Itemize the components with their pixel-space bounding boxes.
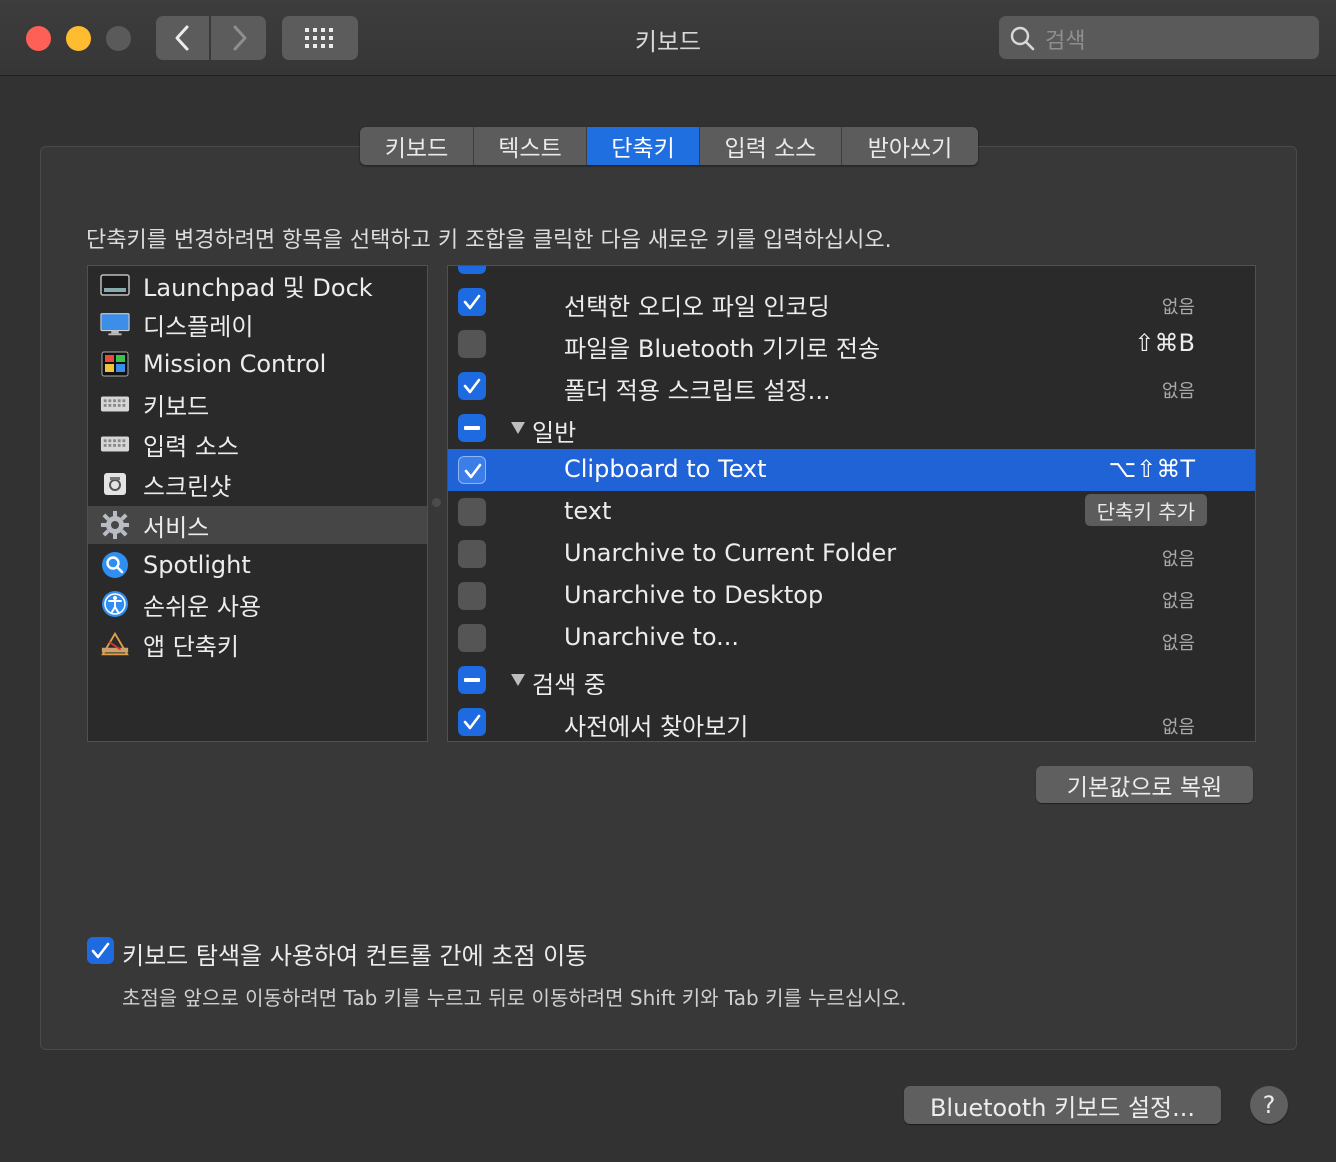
category-screenshots[interactable]: 스크린샷 [88, 465, 427, 503]
category-list: Launchpad 및 Dock 디스플레이 Mission Control 키… [87, 265, 428, 742]
shortcut-value[interactable]: 없음 [1162, 377, 1195, 403]
checkbox[interactable] [458, 414, 486, 442]
services-list: 선택한 오디오 파일 인코딩 없음 파일을 Bluetooth 기기로 전송 ⇧… [447, 265, 1256, 742]
service-label: 선택한 오디오 파일 인코딩 [564, 293, 830, 321]
accessibility-icon [100, 589, 130, 619]
checkbox[interactable] [458, 330, 486, 358]
service-row[interactable]: text 단축키 추가 [448, 491, 1255, 533]
tab-bar: 키보드 텍스트 단축키 입력 소스 받아쓰기 [360, 127, 978, 165]
service-row[interactable]: 파일을 Bluetooth 기기로 전송 ⇧⌘B [448, 323, 1255, 365]
checkbox[interactable] [458, 498, 486, 526]
group-row-general[interactable]: 일반 [448, 407, 1255, 449]
category-input-sources[interactable]: 입력 소스 [88, 425, 427, 463]
category-label: 입력 소스 [143, 432, 239, 461]
category-label: 스크린샷 [143, 472, 232, 501]
add-shortcut-button[interactable]: 단축키 추가 [1084, 494, 1207, 526]
service-row[interactable]: Unarchive to Desktop 없음 [448, 575, 1255, 617]
app-shortcuts-icon [100, 629, 130, 659]
shortcut-value[interactable]: 없음 [1162, 713, 1195, 739]
disclosure-triangle-icon[interactable] [510, 673, 526, 687]
bluetooth-keyboard-setup-button[interactable]: Bluetooth 키보드 설정... [904, 1086, 1221, 1124]
split-view-divider[interactable] [432, 498, 441, 507]
category-launchpad-dock[interactable]: Launchpad 및 Dock [88, 266, 427, 304]
category-spotlight[interactable]: Spotlight [88, 546, 427, 584]
keyboard-navigation-hint: 초점을 앞으로 이동하려면 Tab 키를 누르고 뒤로 이동하려면 Shift … [122, 986, 907, 1010]
disclosure-triangle-icon[interactable] [510, 421, 526, 435]
shortcut-value[interactable]: ⌥⇧⌘T [1109, 455, 1195, 483]
shortcut-value[interactable]: 없음 [1162, 587, 1195, 613]
category-label: 디스플레이 [143, 312, 254, 341]
service-label: 폴더 적용 스크립트 설정... [564, 377, 831, 405]
checkbox[interactable] [458, 666, 486, 694]
service-label: Unarchive to... [564, 623, 740, 651]
tab-shortcuts[interactable]: 단축키 [587, 127, 700, 165]
category-label: Mission Control [143, 350, 327, 378]
display-icon [100, 309, 130, 339]
shortcut-value[interactable]: 없음 [1162, 293, 1195, 319]
tab-keyboard[interactable]: 키보드 [360, 127, 474, 165]
launchpad-dock-icon [100, 270, 130, 300]
checkbox[interactable] [458, 624, 486, 652]
category-mission-control[interactable]: Mission Control [88, 345, 427, 383]
help-button[interactable]: ? [1250, 1086, 1288, 1124]
checkbox[interactable] [458, 708, 486, 736]
search-icon [1010, 26, 1035, 51]
instructions-text: 단축키를 변경하려면 항목을 선택하고 키 조합을 클릭한 다음 새로운 키를 … [86, 228, 892, 253]
category-keyboard[interactable]: 키보드 [88, 385, 427, 423]
checkbox[interactable] [458, 540, 486, 568]
checkmark-icon [91, 942, 110, 959]
service-row[interactable]: 사전에서 찾아보기 없음 [448, 701, 1255, 741]
tab-dictation[interactable]: 받아쓰기 [842, 127, 978, 165]
checkbox[interactable] [458, 372, 486, 400]
service-row[interactable]: Unarchive to Current Folder 없음 [448, 533, 1255, 575]
service-label: 파일을 Bluetooth 기기로 전송 [564, 335, 881, 363]
gear-icon [100, 510, 130, 540]
checkbox[interactable] [458, 456, 486, 484]
input-source-icon [100, 429, 130, 459]
shortcut-value[interactable]: 없음 [1162, 545, 1195, 571]
mission-control-icon [100, 349, 130, 379]
category-label: 서비스 [143, 513, 210, 542]
category-label: 손쉬운 사용 [143, 592, 262, 621]
shortcut-value[interactable]: 없음 [1162, 629, 1195, 655]
checkbox[interactable] [458, 582, 486, 610]
tab-text[interactable]: 텍스트 [474, 127, 587, 165]
checkbox[interactable] [458, 288, 486, 316]
keyboard-icon [100, 389, 130, 419]
service-row[interactable]: Unarchive to... 없음 [448, 617, 1255, 659]
category-label: 앱 단축키 [143, 632, 239, 661]
service-row[interactable]: 폴더 적용 스크립트 설정... 없음 [448, 365, 1255, 407]
tab-input-sources[interactable]: 입력 소스 [700, 127, 842, 165]
group-label: 검색 중 [532, 671, 606, 699]
service-label: Unarchive to Desktop [564, 581, 824, 609]
screenshot-icon [100, 469, 130, 499]
service-label: text [564, 497, 612, 525]
category-services[interactable]: 서비스 [88, 506, 427, 544]
search-placeholder: 검색 [1045, 29, 1086, 54]
spotlight-icon [100, 550, 130, 580]
title-bar: 키보드 검색 [0, 0, 1336, 76]
keyboard-navigation-label[interactable]: 키보드 탐색을 사용하여 컨트롤 간에 초점 이동 [122, 936, 587, 971]
category-accessibility[interactable]: 손쉬운 사용 [88, 585, 427, 623]
checkbox [458, 266, 486, 274]
category-app-shortcuts[interactable]: 앱 단축키 [88, 625, 427, 663]
restore-defaults-button[interactable]: 기본값으로 복원 [1036, 766, 1253, 803]
service-label: 사전에서 찾아보기 [564, 713, 749, 741]
group-row-searching[interactable]: 검색 중 [448, 659, 1255, 701]
category-label: Spotlight [143, 551, 251, 579]
service-row[interactable]: 선택한 오디오 파일 인코딩 없음 [448, 281, 1255, 323]
keyboard-navigation-checkbox[interactable] [87, 937, 114, 964]
category-display[interactable]: 디스플레이 [88, 305, 427, 343]
service-label: Unarchive to Current Folder [564, 539, 897, 567]
category-label: Launchpad 및 Dock [143, 273, 373, 302]
group-label: 일반 [532, 419, 577, 447]
list-item-partial [448, 266, 1255, 281]
category-label: 키보드 [143, 392, 210, 421]
service-row[interactable]: Clipboard to Text ⌥⇧⌘T [448, 449, 1255, 491]
service-label: Clipboard to Text [564, 455, 767, 483]
shortcut-value[interactable]: ⇧⌘B [1134, 329, 1195, 357]
search-field[interactable]: 검색 [999, 16, 1319, 59]
